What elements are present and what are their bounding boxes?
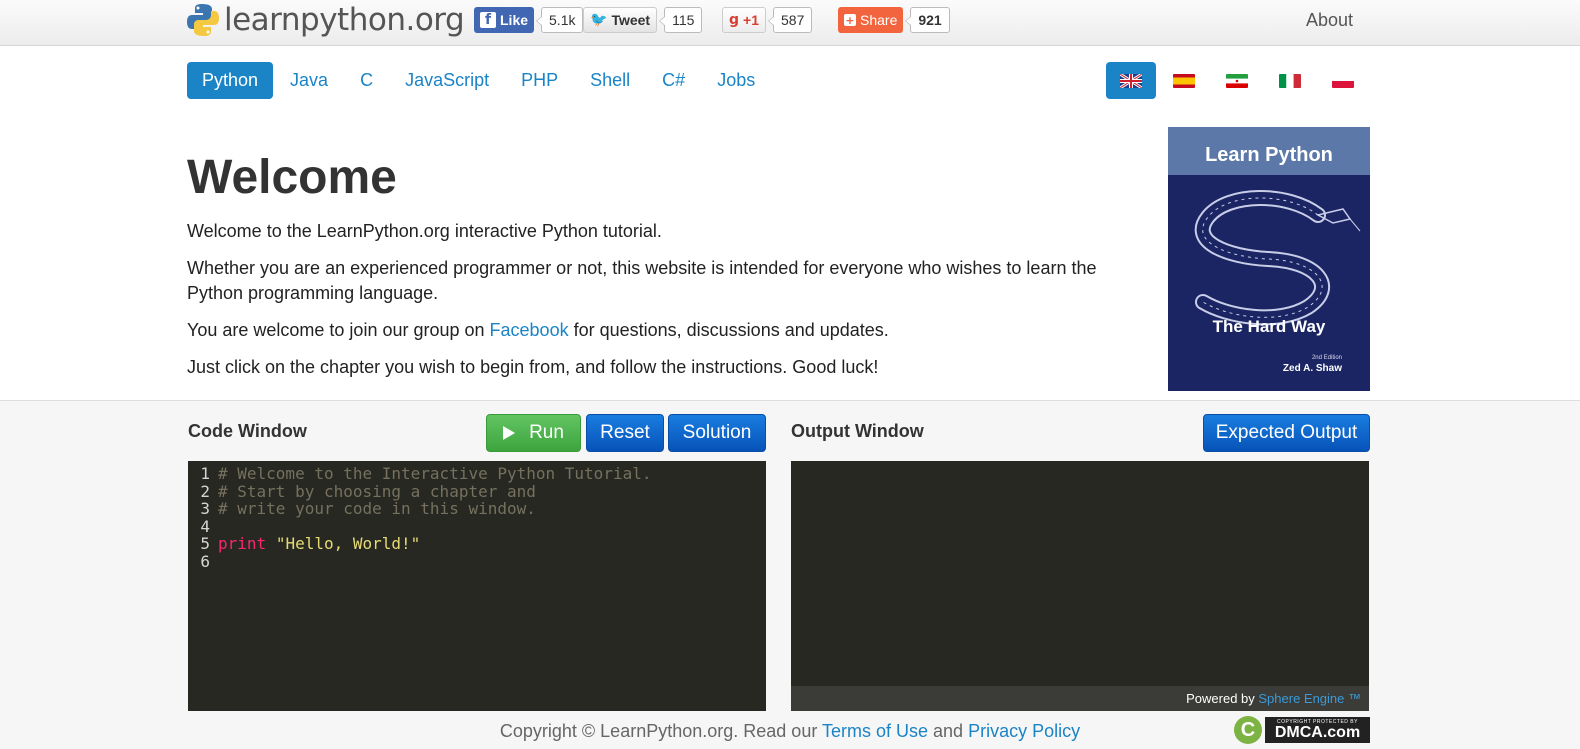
terms-of-use-link[interactable]: Terms of Use xyxy=(822,721,928,741)
code-window-title: Code Window xyxy=(188,421,307,441)
logo-text: learnpython.org xyxy=(224,2,465,38)
uk-flag-icon xyxy=(1120,73,1142,88)
language-spanish[interactable] xyxy=(1159,62,1209,99)
code-line: 6 xyxy=(188,551,766,571)
copyright-text: Copyright © LearnPython.org. Read our xyxy=(499,721,822,741)
python-logo-icon xyxy=(187,4,219,36)
language-persian[interactable] xyxy=(1212,62,1262,99)
line-number: 1 xyxy=(200,464,210,483)
language-nav: Python Java C JavaScript PHP Shell C# Jo… xyxy=(187,62,772,99)
expected-output-button[interactable]: Expected Output xyxy=(1203,414,1370,452)
powered-by-text: Powered by xyxy=(1186,691,1259,706)
dmca-badge[interactable]: C COPYRIGHT PROTECTED BY DMCA.com xyxy=(1234,716,1370,744)
nav-item-c[interactable]: C xyxy=(345,62,388,99)
line-number: 3 xyxy=(200,499,210,518)
italy-flag-icon xyxy=(1279,73,1301,88)
line-number: 5 xyxy=(200,534,210,553)
code-line: 1 # Welcome to the Interactive Python Tut… xyxy=(188,465,766,483)
google-plus-count: 587 xyxy=(767,7,813,33)
share-widget: + Share 921 xyxy=(838,7,950,33)
welcome-section: Welcome Welcome to the LearnPython.org i… xyxy=(187,150,1147,392)
google-plus-button[interactable]: g +1 xyxy=(722,7,766,33)
community-text: You are welcome to join our group on xyxy=(187,320,490,340)
run-label: Run xyxy=(529,422,564,443)
facebook-like-count: 5.1k xyxy=(535,7,584,33)
site-language-selector xyxy=(1106,62,1371,99)
book-author: Zed A. Shaw xyxy=(1282,363,1342,374)
dmca-label: COPYRIGHT PROTECTED BY DMCA.com xyxy=(1265,717,1370,743)
tweet-button[interactable]: 🐦 Tweet xyxy=(583,7,658,33)
top-bar: learnpython.org f Like 5.1k 🐦 Tweet 115 … xyxy=(0,0,1580,46)
line-number: 4 xyxy=(200,516,210,536)
privacy-policy-link[interactable]: Privacy Policy xyxy=(968,721,1080,741)
line-number: 2 xyxy=(200,481,210,501)
welcome-instructions: Just click on the chapter you wish to be… xyxy=(187,357,879,377)
tweet-count: 115 xyxy=(659,7,703,33)
nav-item-python[interactable]: Python xyxy=(187,62,274,99)
book-edition: 2nd Edition xyxy=(1311,355,1342,361)
book-advert[interactable]: Learn Python The Hard Way 2nd Edition Ze… xyxy=(1168,127,1370,391)
nav-item-shell[interactable]: Shell xyxy=(575,62,645,99)
output-window-title: Output Window xyxy=(791,421,924,441)
output-panel: Powered by Sphere Engine ™ xyxy=(791,461,1369,711)
code-line: 3 # write your code in this window. xyxy=(188,500,766,518)
share-label: Share xyxy=(860,12,898,28)
facebook-icon: f xyxy=(480,12,496,28)
tweet-label: Tweet xyxy=(611,12,651,28)
code-text: # Start by choosing a chapter and xyxy=(218,481,536,501)
facebook-group-link[interactable]: Facebook xyxy=(490,320,569,340)
sphere-engine-link[interactable]: Sphere Engine ™ xyxy=(1258,691,1361,706)
book-title: Learn Python xyxy=(1168,127,1370,175)
site-logo[interactable]: learnpython.org xyxy=(187,0,465,40)
solution-button[interactable]: Solution xyxy=(668,414,766,452)
language-english[interactable] xyxy=(1106,62,1156,99)
nav-item-jobs[interactable]: Jobs xyxy=(702,62,770,99)
code-editor[interactable]: 1 # Welcome to the Interactive Python Tut… xyxy=(188,461,766,711)
code-line: 4 xyxy=(188,516,766,536)
community-text-end: for questions, discussions and updates. xyxy=(568,320,889,340)
welcome-community: You are welcome to join our group on Fac… xyxy=(187,318,1147,343)
poland-flag-icon xyxy=(1332,73,1354,88)
spain-flag-icon xyxy=(1173,73,1195,88)
share-count: 921 xyxy=(905,7,950,33)
line-number: 6 xyxy=(200,551,210,571)
code-text: # write your code in this window. xyxy=(218,499,536,518)
snake-illustration xyxy=(1194,190,1361,326)
about-link[interactable]: About xyxy=(1306,10,1353,31)
copyright-circle-icon: C xyxy=(1234,716,1262,744)
facebook-like-widget: f Like 5.1k xyxy=(474,7,584,33)
twitter-bird-icon: 🐦 xyxy=(590,12,608,28)
language-italian[interactable] xyxy=(1265,62,1315,99)
facebook-like-button[interactable]: f Like xyxy=(474,7,535,33)
nav-item-php[interactable]: PHP xyxy=(506,62,573,99)
nav-item-javascript[interactable]: JavaScript xyxy=(390,62,504,99)
twitter-tweet-widget: 🐦 Tweet 115 xyxy=(583,7,703,33)
welcome-audience: Whether you are an experienced programme… xyxy=(187,258,1097,303)
reset-button[interactable]: Reset xyxy=(586,414,664,452)
language-polish[interactable] xyxy=(1318,62,1368,99)
google-plus-icon: g xyxy=(729,12,740,28)
code-text: # Welcome to the Interactive Python Tuto… xyxy=(218,464,652,483)
iran-flag-icon xyxy=(1226,73,1248,88)
code-line: 2 # Start by choosing a chapter and xyxy=(188,481,766,501)
play-icon xyxy=(503,426,516,440)
footer-and: and xyxy=(928,721,969,741)
nav-item-csharp[interactable]: C# xyxy=(647,62,700,99)
code-string: "Hello, World!" xyxy=(275,534,421,553)
facebook-like-label: Like xyxy=(500,12,529,28)
powered-by-bar: Powered by Sphere Engine ™ xyxy=(791,686,1369,711)
google-plus-widget: g +1 587 xyxy=(722,7,813,33)
page-title: Welcome xyxy=(187,151,397,204)
nav-item-java[interactable]: Java xyxy=(275,62,343,99)
plus-box-icon: + xyxy=(844,13,856,27)
book-subtitle: The Hard Way xyxy=(1212,317,1326,336)
welcome-intro: Welcome to the LearnPython.org interacti… xyxy=(187,221,662,241)
google-plus-label: +1 xyxy=(743,12,759,28)
dmca-big-text: DMCA.com xyxy=(1274,724,1361,741)
run-button[interactable]: Run xyxy=(486,414,581,452)
code-line: 5 print "Hello, World!" xyxy=(188,535,766,553)
share-button[interactable]: + Share xyxy=(838,7,904,33)
code-keyword: print xyxy=(218,534,267,553)
